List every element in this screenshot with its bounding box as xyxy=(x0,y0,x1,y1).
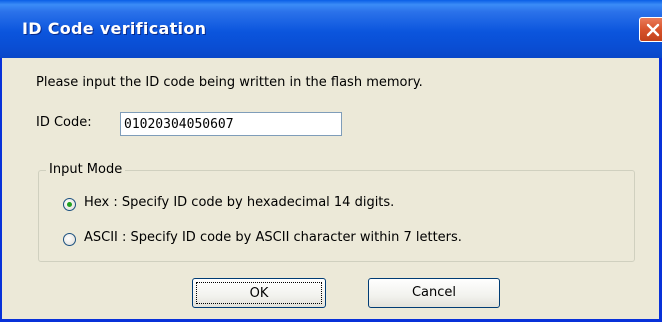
ok-button[interactable]: OK xyxy=(192,278,326,308)
close-button[interactable] xyxy=(639,17,662,42)
window-title: ID Code verification xyxy=(22,19,207,38)
input-mode-group xyxy=(38,170,635,262)
close-icon xyxy=(646,23,660,37)
ok-button-label: OK xyxy=(196,282,322,304)
instruction-text: Please input the ID code being written i… xyxy=(36,75,423,90)
ascii-radio-button[interactable] xyxy=(63,233,76,246)
title-bar[interactable]: ID Code verification xyxy=(0,0,662,58)
id-code-input[interactable] xyxy=(120,112,342,136)
hex-option-label[interactable]: Hex : Specify ID code by hexadecimal 14 … xyxy=(84,195,394,210)
cancel-button[interactable]: Cancel xyxy=(368,278,500,308)
id-code-label: ID Code: xyxy=(36,115,92,130)
hex-radio-button[interactable] xyxy=(63,198,76,211)
ascii-option-label[interactable]: ASCII : Specify ID code by ASCII charact… xyxy=(84,230,462,245)
dialog-window: ID Code verification Please input the ID… xyxy=(0,0,662,322)
input-mode-legend: Input Mode xyxy=(46,162,126,177)
